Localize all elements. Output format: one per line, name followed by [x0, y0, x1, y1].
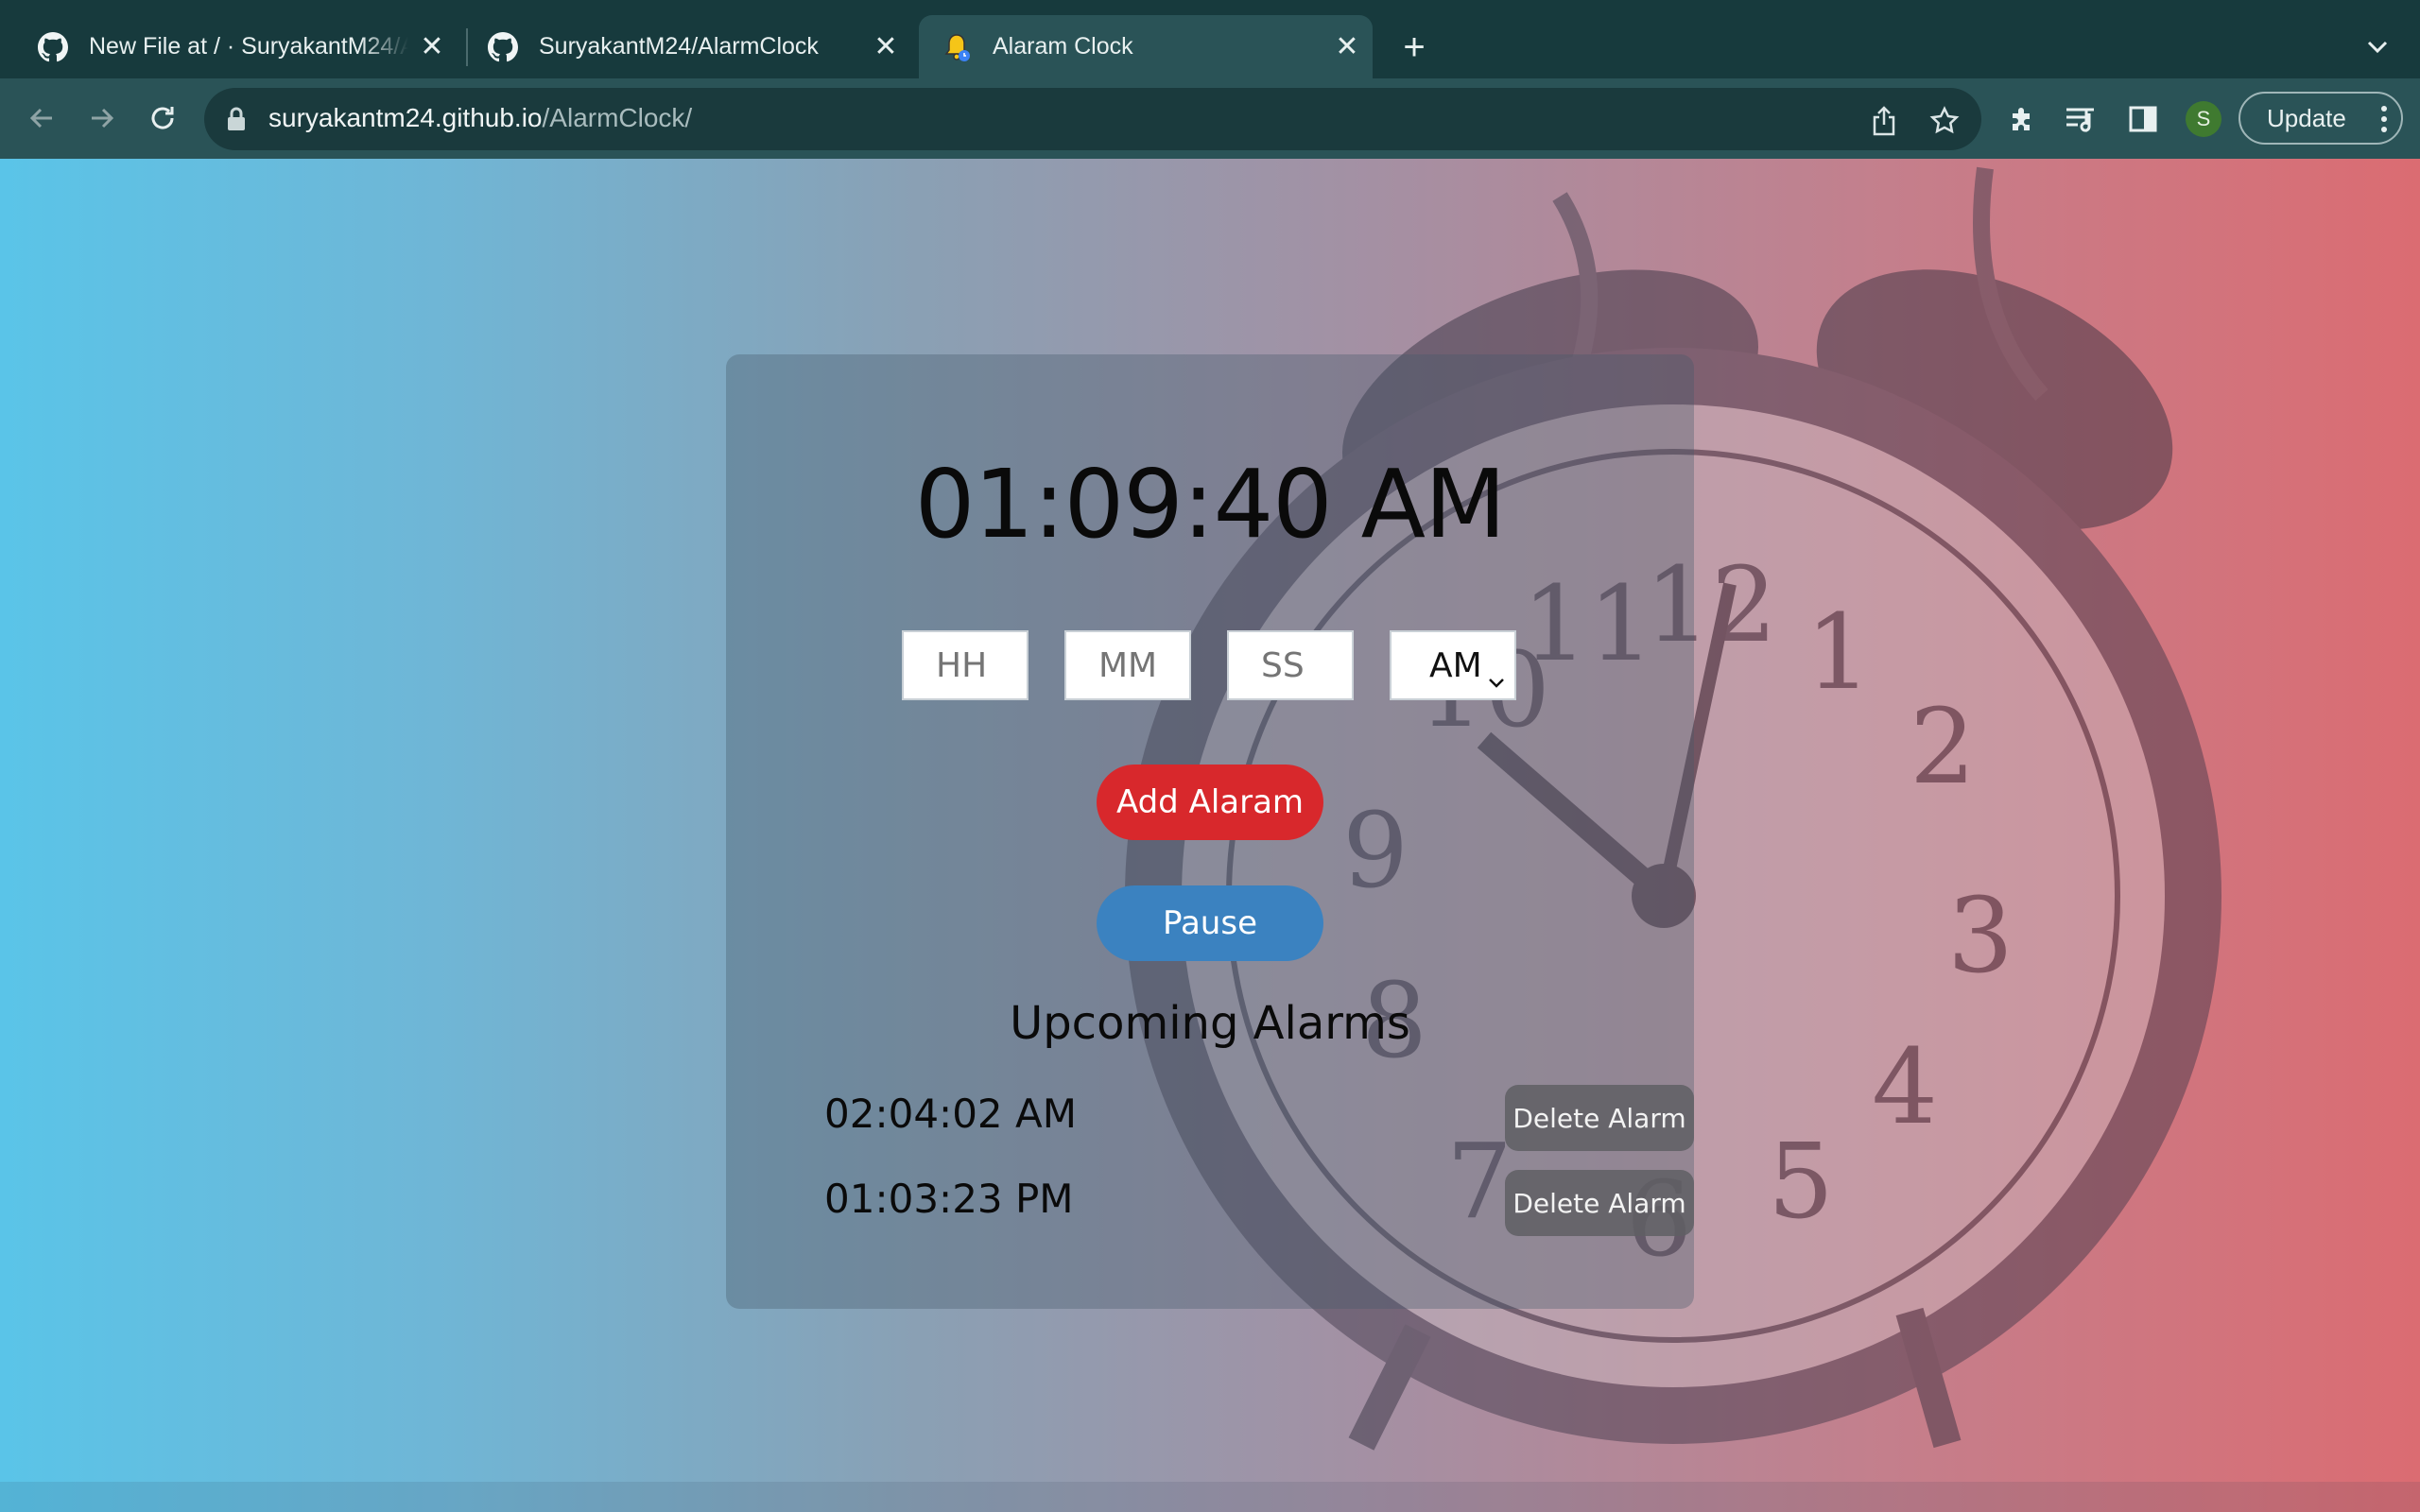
browser-toolbar: suryakantm24.github.io/AlarmClock/ S Upd… [0, 78, 2420, 159]
back-arrow-icon[interactable] [23, 99, 60, 137]
alarm-list-item: 01:03:23 PM Delete Alarm [824, 1170, 1694, 1238]
add-alarm-button[interactable]: Add Alaram [1097, 765, 1323, 840]
tab-title: SuryakantM24/AlarmClock [539, 33, 819, 60]
url-host: suryakantm24.github.io [268, 103, 543, 132]
lock-icon[interactable] [225, 107, 248, 131]
am-pm-value: AM [1429, 645, 1482, 685]
current-time-display: 01:09:40 AM [914, 449, 1507, 559]
side-panel-icon[interactable] [2125, 101, 2161, 137]
tab-title: Alaram Clock [993, 33, 1133, 60]
svg-text:4: 4 [1872, 1026, 1938, 1147]
svg-text:3: 3 [1947, 875, 2014, 996]
pause-button[interactable]: Pause [1097, 885, 1323, 961]
new-tab-plus-icon[interactable]: + [1395, 28, 1433, 66]
delete-alarm-button[interactable]: Delete Alarm [1505, 1085, 1694, 1151]
share-icon[interactable] [1868, 105, 1900, 137]
alarm-card: 01:09:40 AM AM Add Alaram Pause Upcoming… [726, 354, 1694, 1309]
alarm-time: 02:04:02 AM [824, 1091, 1077, 1137]
github-icon [488, 31, 518, 62]
svg-text:5: 5 [1768, 1121, 1834, 1242]
second-input[interactable] [1227, 630, 1354, 700]
close-icon[interactable]: ✕ [872, 31, 900, 62]
update-button[interactable]: Update [2238, 92, 2403, 145]
upcoming-alarms-heading: Upcoming Alarms [1010, 997, 1410, 1050]
url-text: suryakantm24.github.io/AlarmClock/ [268, 103, 692, 133]
svg-text:2: 2 [1910, 686, 1976, 807]
browser-tab-strip: New File at / · SuryakantM24/AlarmClock … [0, 0, 2420, 78]
forward-arrow-icon[interactable] [83, 99, 121, 137]
alarm-time: 01:03:23 PM [824, 1176, 1074, 1222]
github-icon [38, 31, 68, 62]
hour-input[interactable] [902, 630, 1028, 700]
bookmark-star-icon[interactable] [1928, 105, 1961, 137]
tab-new-file[interactable]: New File at / · SuryakantM24/AlarmClock … [23, 15, 454, 78]
svg-text:1: 1 [1806, 592, 1872, 713]
page-bottom-band [0, 1482, 2420, 1512]
close-icon[interactable]: ✕ [1333, 31, 1361, 62]
tab-divider [466, 28, 468, 66]
address-bar[interactable]: suryakantm24.github.io/AlarmClock/ [204, 88, 1981, 150]
media-playlist-icon[interactable] [2063, 101, 2099, 137]
page-background: 12 1 2 3 4 5 6 7 8 9 10 11 01:09:40 AM A… [0, 159, 2420, 1512]
chevron-down-icon[interactable] [2359, 30, 2396, 64]
am-pm-select[interactable]: AM [1390, 630, 1516, 700]
extensions-puzzle-icon[interactable] [2004, 101, 2040, 137]
tab-alarm-clock[interactable]: Alaram Clock ✕ [919, 15, 1373, 78]
delete-alarm-button[interactable]: Delete Alarm [1505, 1170, 1694, 1236]
close-icon[interactable]: ✕ [418, 31, 446, 62]
url-path: /AlarmClock/ [542, 103, 693, 132]
reload-icon[interactable] [144, 99, 182, 137]
minute-input[interactable] [1064, 630, 1191, 700]
tab-repo[interactable]: SuryakantM24/AlarmClock ✕ [473, 15, 908, 78]
chevron-down-icon [1488, 659, 1505, 688]
more-vertical-icon[interactable] [2380, 105, 2388, 133]
profile-avatar[interactable]: S [2186, 101, 2221, 137]
alarm-list-item: 02:04:02 AM Delete Alarm [824, 1085, 1694, 1153]
update-label: Update [2267, 103, 2346, 132]
tab-title: New File at / · SuryakantM24/AlarmClock [89, 33, 408, 60]
bell-icon [942, 32, 972, 62]
